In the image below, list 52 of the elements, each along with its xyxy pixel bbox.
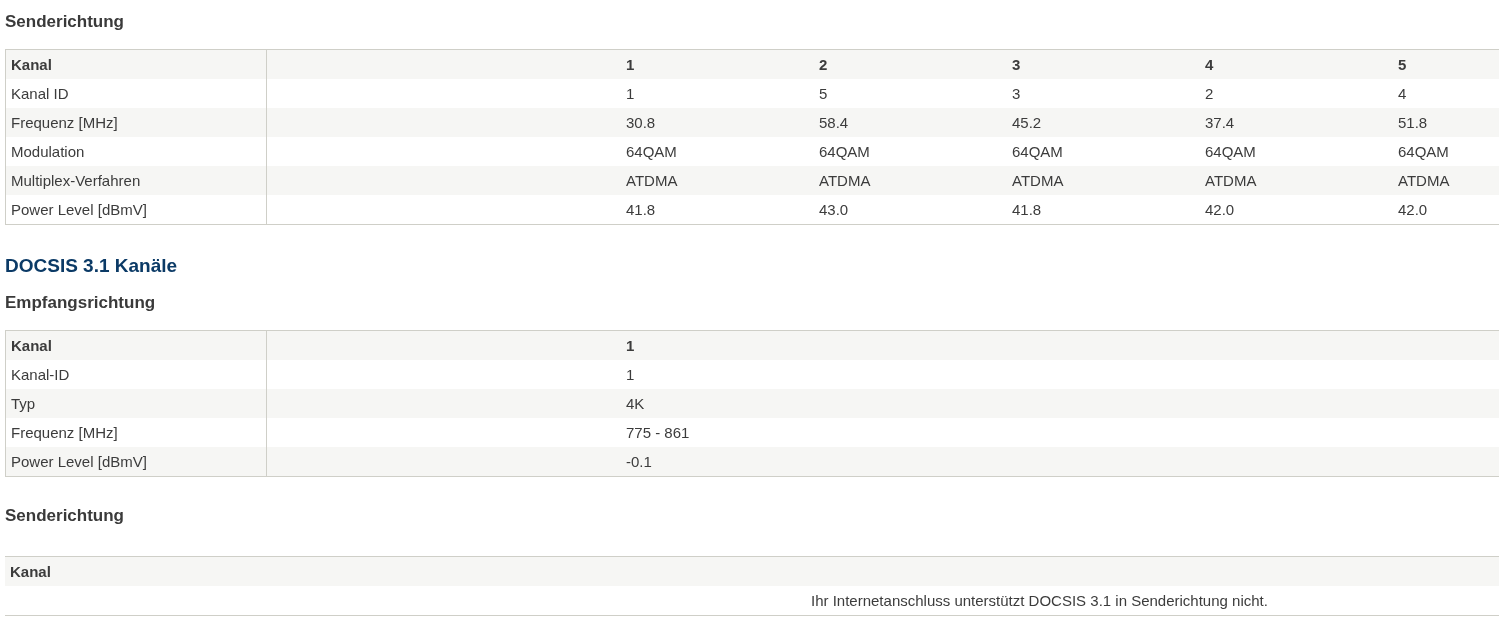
row-label: Kanal ID — [11, 85, 69, 102]
table-cell: 51.8 — [1398, 114, 1428, 131]
table-cell: 42.0 — [1205, 201, 1235, 218]
table-cell: ATDMA — [626, 172, 678, 189]
column-header: 1 — [626, 56, 635, 73]
table-cell: 5 — [819, 85, 828, 102]
table-cell: ATDMA — [1398, 172, 1450, 189]
table-cell: ATDMA — [819, 172, 871, 189]
table-cell: 45.2 — [1012, 114, 1042, 131]
column-header: 3 — [1012, 56, 1021, 73]
table-cell: 41.8 — [626, 201, 656, 218]
row-label: Frequenz [MHz] — [11, 114, 118, 131]
table-cell: 775 - 861 — [626, 424, 690, 441]
table-cell: 4K — [626, 395, 645, 412]
column-header: Kanal — [10, 563, 51, 580]
table-cell: 1 — [626, 85, 635, 102]
column-header: 2 — [819, 56, 828, 73]
table-cell: 30.8 — [626, 114, 656, 131]
row-label: Kanal-ID — [11, 366, 70, 383]
table-cell: -0.1 — [626, 453, 652, 470]
table-cell: 41.8 — [1012, 201, 1042, 218]
section-subtitle: Senderichtung — [5, 505, 125, 527]
table-cell: 42.0 — [1398, 201, 1428, 218]
table-cell: 64QAM — [1205, 143, 1256, 160]
column-header: 4 — [1205, 56, 1214, 73]
row-label: Power Level [dBmV] — [11, 201, 147, 218]
row-label: Multiplex-Verfahren — [11, 172, 141, 189]
row-label: Typ — [11, 395, 36, 412]
table-cell: 64QAM — [626, 143, 677, 160]
table-cell: 3 — [1012, 85, 1021, 102]
table-cell: 64QAM — [819, 143, 870, 160]
table-cell: 64QAM — [1012, 143, 1063, 160]
info-message: Ihr Internetanschluss unterstützt DOCSIS 3.1 in Senderichtung nicht. — [811, 592, 1268, 609]
table-cell: ATDMA — [1012, 172, 1064, 189]
table-cell: ATDMA — [1205, 172, 1257, 189]
row-label: Frequenz [MHz] — [11, 424, 118, 441]
table-cell: 4 — [1398, 85, 1407, 102]
table-cell: 58.4 — [819, 114, 849, 131]
table-cell: 37.4 — [1205, 114, 1235, 131]
table-cell: 1 — [626, 366, 635, 383]
section-title: DOCSIS 3.1 Kanäle — [5, 254, 179, 278]
section-subtitle: Empfangsrichtung — [5, 292, 157, 314]
column-header: 5 — [1398, 56, 1407, 73]
column-header: Kanal — [11, 337, 52, 354]
table-cell: 43.0 — [819, 201, 849, 218]
section-subtitle: Senderichtung — [5, 11, 125, 33]
column-header: 1 — [626, 337, 635, 354]
table-cell: 64QAM — [1398, 143, 1449, 160]
row-label: Power Level [dBmV] — [11, 453, 147, 470]
table-cell: 2 — [1205, 85, 1214, 102]
column-header: Kanal — [11, 56, 52, 73]
row-label: Modulation — [11, 143, 85, 160]
